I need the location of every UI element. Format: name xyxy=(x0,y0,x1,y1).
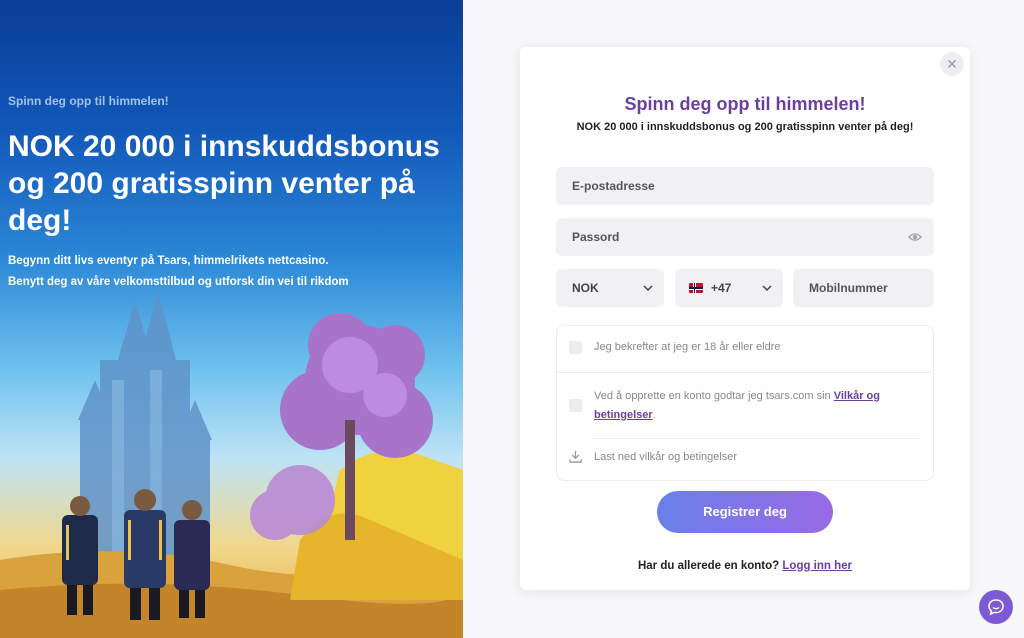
mobile-placeholder: Mobilnummer xyxy=(809,281,888,295)
email-field[interactable]: E-postadresse xyxy=(556,167,934,205)
hero-title: NOK 20 000 i innskuddsbonus og 200 grati… xyxy=(8,130,440,237)
hero-description-line-1: Begynn ditt livs eventyr på Tsars, himme… xyxy=(8,255,329,267)
age-confirm-label: Jeg bekrefter at jeg er 18 år eller eldr… xyxy=(594,341,781,353)
terms-checkbox[interactable] xyxy=(569,399,582,412)
age-confirm-row[interactable]: Jeg bekrefter at jeg er 18 år eller eldr… xyxy=(569,338,781,357)
login-prompt: Har du allerede en konto? Logg inn her xyxy=(520,560,970,572)
close-icon: ✕ xyxy=(946,56,958,72)
card-subtitle: NOK 20 000 i innskuddsbonus og 200 grati… xyxy=(576,121,914,133)
phone-code-select[interactable]: +47 xyxy=(675,269,783,307)
terms-row[interactable]: Ved å opprette en konto godtar jeg tsars… xyxy=(569,387,914,425)
norway-flag-icon xyxy=(689,283,703,293)
currency-value: NOK xyxy=(572,281,599,295)
login-link[interactable]: Logg inn her xyxy=(782,560,852,572)
registration-card: ✕ Spinn deg opp til himmelen! NOK 20 000… xyxy=(520,47,970,590)
terms-prefix: Ved å opprette en konto godtar jeg tsars… xyxy=(594,390,834,402)
hero-banner: Spinn deg opp til himmelen! NOK 20 000 i… xyxy=(0,0,463,638)
divider xyxy=(593,438,919,439)
hero-description-line-2: Benytt deg av våre velkomsttilbud og utf… xyxy=(8,276,349,288)
eye-icon[interactable] xyxy=(908,230,922,244)
phone-code-value: +47 xyxy=(711,281,732,295)
chevron-down-icon xyxy=(762,285,772,292)
chat-icon xyxy=(988,599,1004,616)
terms-suffix: . xyxy=(652,409,656,421)
card-title: Spinn deg opp til himmelen! xyxy=(624,94,866,114)
close-button[interactable]: ✕ xyxy=(940,52,964,76)
email-placeholder: E-postadresse xyxy=(572,179,655,193)
chevron-down-icon xyxy=(643,285,653,292)
hero-description: Begynn ditt livs eventyr på Tsars, himme… xyxy=(8,251,448,293)
password-field[interactable]: Passord xyxy=(556,218,934,256)
password-placeholder: Passord xyxy=(572,230,620,244)
download-icon xyxy=(569,450,582,463)
divider xyxy=(557,372,933,373)
chat-button[interactable] xyxy=(979,590,1013,624)
consent-box: Jeg bekrefter at jeg er 18 år eller eldr… xyxy=(556,325,934,481)
hero-eyebrow: Spinn deg opp til himmelen! xyxy=(8,94,169,108)
age-confirm-checkbox[interactable] xyxy=(569,341,582,354)
currency-select[interactable]: NOK xyxy=(556,269,664,307)
login-prefix: Har du allerede en konto? xyxy=(637,560,780,572)
register-button[interactable]: Registrer deg xyxy=(657,491,833,533)
download-terms-label: Last ned vilkår og betingelser xyxy=(594,450,738,463)
download-terms-link[interactable]: Last ned vilkår og betingelser xyxy=(569,450,737,463)
terms-label: Ved å opprette en konto godtar jeg tsars… xyxy=(594,387,914,425)
mobile-number-field[interactable]: Mobilnummer xyxy=(793,269,934,307)
